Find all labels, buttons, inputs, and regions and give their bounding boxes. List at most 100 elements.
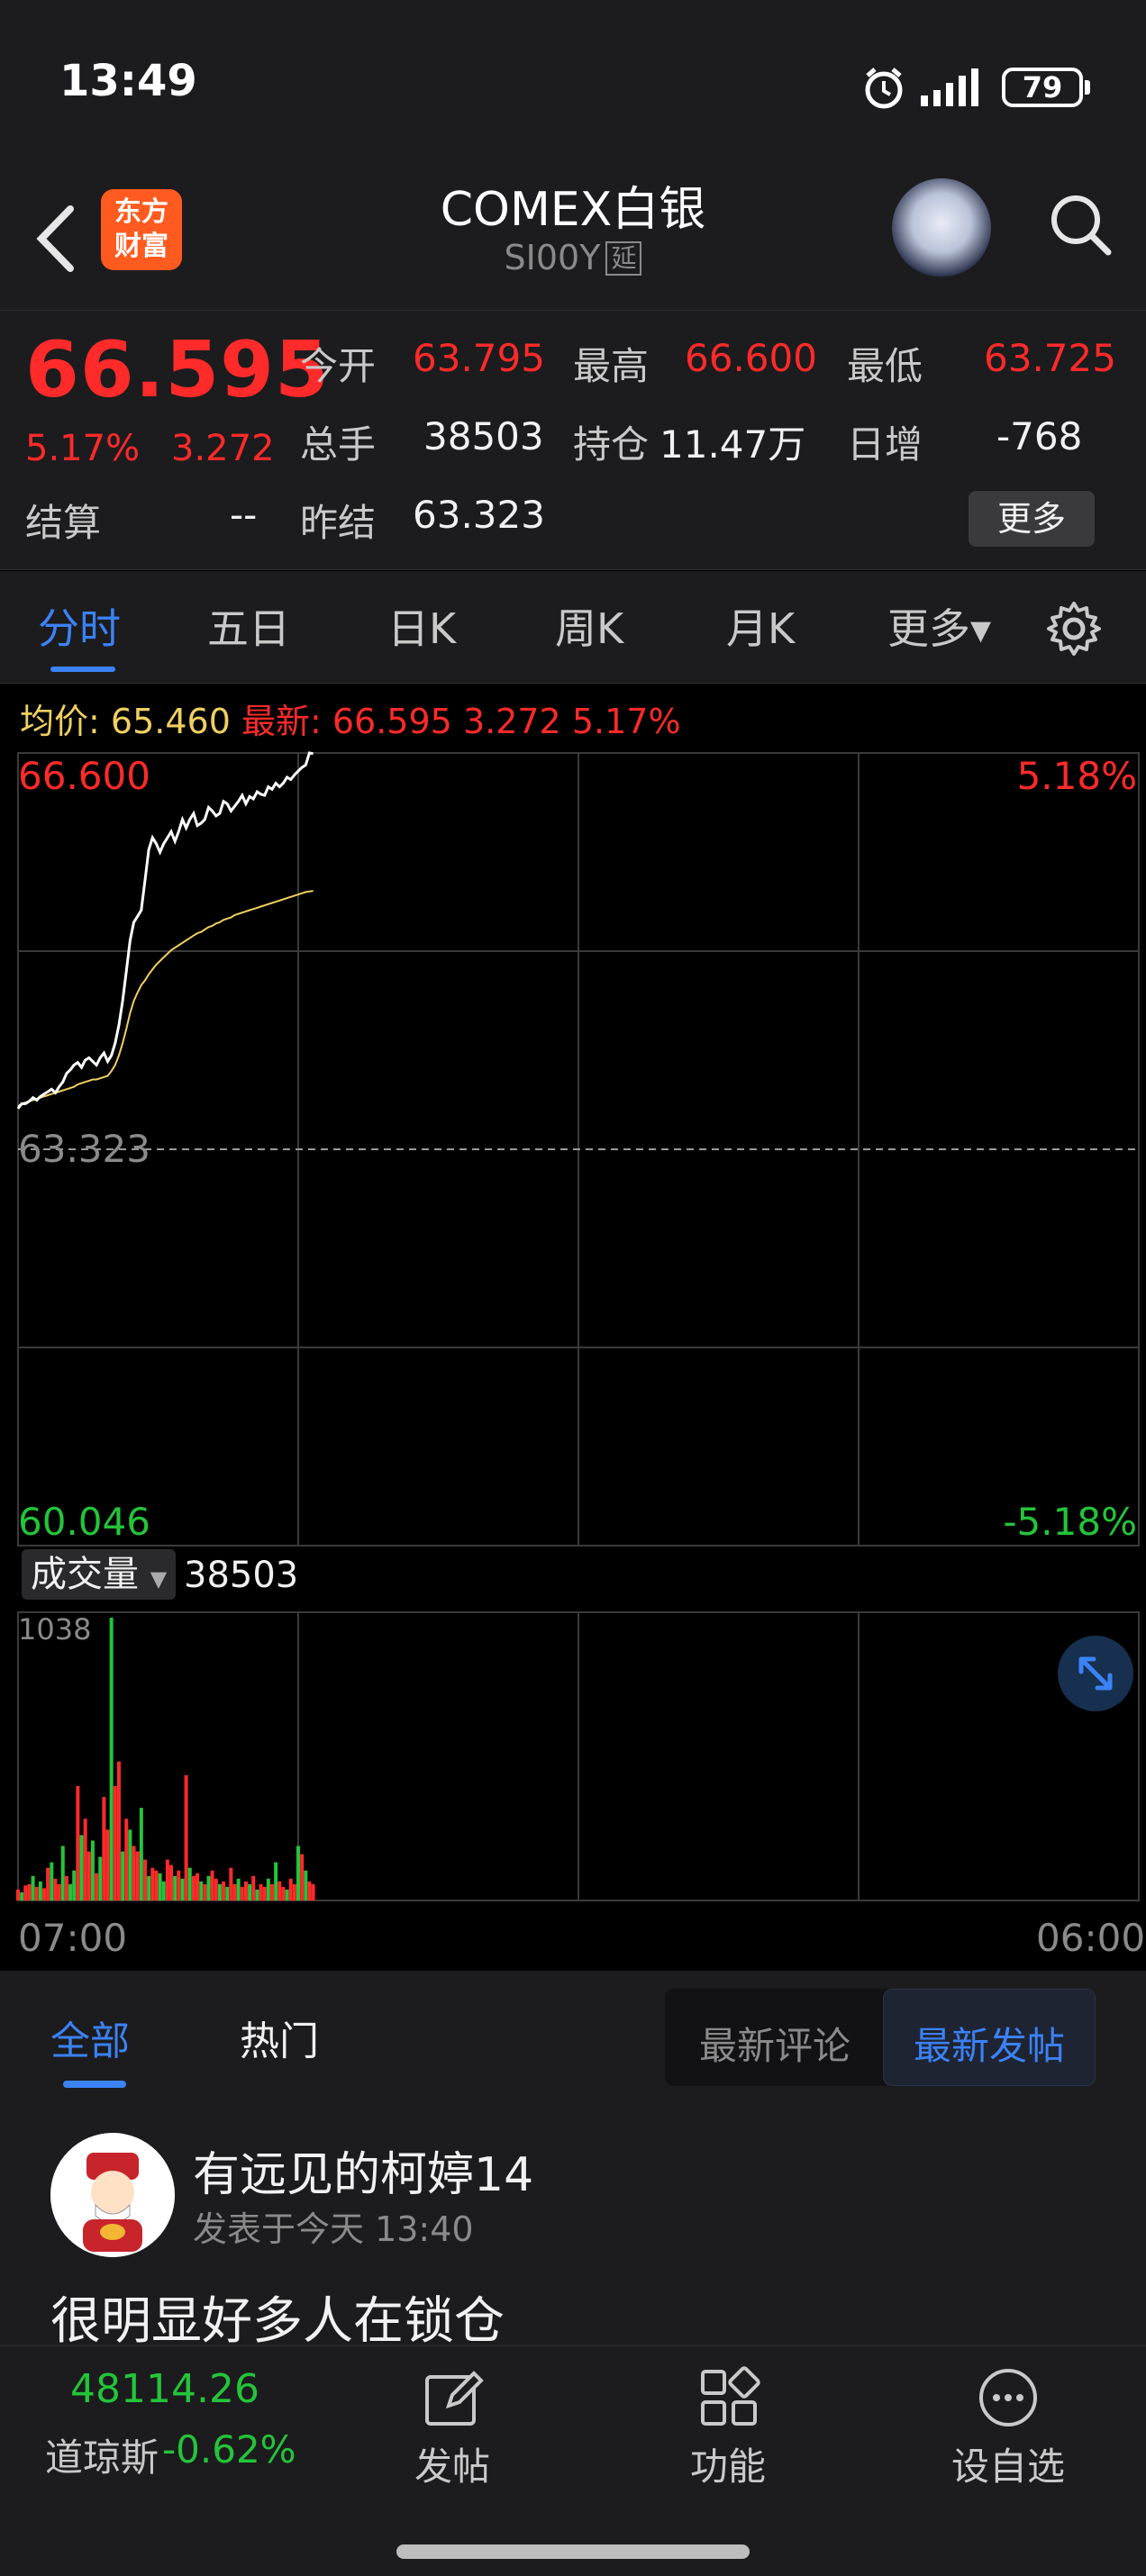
bottom-bar: 48114.26 道琼斯 -0.62% 发帖 功能 设自选 [0,2345,1146,2576]
volume-bar [248,1883,252,1900]
volume-bar [16,1889,20,1900]
bottom-function-label[interactable]: 功能 [690,2436,766,2491]
high-label: 最高 [573,344,650,388]
volume-bar [285,1889,289,1900]
chart-grid [17,752,1140,1901]
assistant-avatar[interactable] [892,178,991,277]
volume-bar [269,1883,274,1900]
volume-bar [83,1819,87,1900]
index-change[interactable]: -0.62% [162,2427,296,2472]
community-section: 全部 热门 最新评论 最新发帖 有远见的柯婷14 发表于今天 13:40 很明显… [0,1971,1146,2351]
last-price: 66.595 [25,325,330,415]
sort-latest-comment[interactable]: 最新评论 [699,2016,850,2071]
volume-bar [113,1785,117,1900]
volume-indicator-select[interactable]: 成交量 ▼ [22,1549,177,1600]
app-header: 东方 财富 COMEX白银 SI00Y 延 [0,162,1146,311]
volume-bar [281,1886,286,1900]
volume-bar [76,1785,80,1900]
post-text[interactable]: 很明显好多人在锁仓 [50,2281,505,2354]
volume-bar [296,1846,300,1900]
prev-settle-label: 昨结 [300,501,377,545]
chart-info-line: 均价: 65.460 最新: 66.595 3.272 5.17% [20,694,681,743]
volume-bar [34,1886,39,1900]
volume-bar [68,1883,73,1900]
volume-bar [165,1859,169,1900]
tab-weekly-k[interactable]: 周K [555,596,623,656]
volume-bar [128,1829,132,1900]
settle-label: 结算 [25,501,102,545]
volume-bar [105,1829,110,1900]
volume-bar [102,1797,106,1900]
tab-all[interactable]: 全部 [50,2009,130,2066]
volume-bar [196,1873,200,1900]
volume-bar [304,1870,308,1900]
volume-bar [64,1875,68,1900]
post-edit-icon[interactable] [422,2366,485,2429]
volume-bar [222,1881,226,1900]
volume-bar [236,1878,241,1900]
author-name[interactable]: 有远见的柯婷14 [193,2136,533,2204]
volume-max-label: 1038 [18,1612,92,1646]
sort-latest-post[interactable]: 最新发帖 [914,2016,1065,2071]
bottom-post-label[interactable]: 发帖 [414,2436,490,2491]
settle-value: -- [230,493,258,537]
open-value: 63.795 [413,336,545,380]
settings-gear-icon[interactable] [1045,600,1103,658]
price-max-label: 66.600 [18,754,150,798]
volume-bar [150,1867,155,1900]
volume-bar [161,1881,166,1900]
volume-total: 38503 [184,1555,299,1596]
volume-bar [251,1875,256,1900]
volume-bar [60,1846,65,1900]
tab-daily-k[interactable]: 日K [387,596,456,656]
change-percent: 5.17% [25,428,141,469]
prev-settle-value: 63.323 [413,493,545,537]
volume-bar [42,1888,47,1900]
more-button[interactable]: 更多 [969,491,1095,547]
volume-bar [243,1881,248,1900]
search-icon[interactable] [1045,189,1117,261]
volume-bar [158,1873,162,1900]
pct-min-label: -5.18% [1003,1500,1137,1544]
low-label: 最低 [847,344,923,388]
open-label: 今开 [300,344,377,388]
volume-bar [154,1870,159,1900]
tab-five-day[interactable]: 五日 [207,596,290,656]
author-avatar[interactable] [50,2133,175,2257]
volume-indicator-label: 成交量 [31,1554,139,1595]
tab-hot[interactable]: 热门 [240,2009,319,2066]
volume-bar [132,1846,136,1900]
volume-bar [72,1870,77,1900]
volume-bar [203,1883,207,1900]
volume-bar [95,1873,99,1900]
latest-change: 3.272 [462,702,561,741]
bottom-add-watchlist-label[interactable]: 设自选 [951,2436,1065,2491]
volume-bar [214,1878,218,1900]
volume-bars [16,1618,315,1900]
more-dots-icon[interactable] [977,2366,1040,2429]
index-value[interactable]: 48114.26 [70,2366,259,2412]
price-min-label: 60.046 [18,1500,150,1544]
tab-more[interactable]: 更多▾ [887,596,991,656]
tab-intraday[interactable]: 分时 [38,596,121,656]
volume-bar [57,1883,61,1900]
index-name[interactable]: 道琼斯 [45,2427,159,2482]
open-interest-label: 持仓 [573,422,650,467]
tab-monthly-k[interactable]: 月K [726,596,795,656]
volume-label: 总手 [300,422,377,467]
volume-bar [124,1819,129,1900]
volume-bar [116,1761,121,1900]
dropdown-caret-icon: ▼ [150,1566,168,1592]
code-text: SI00Y [504,238,601,277]
tab-indicator [50,667,115,672]
volume-bar [292,1883,296,1900]
expand-icon[interactable] [1058,1636,1133,1711]
status-bar: 13:49 79 [0,0,1146,162]
intraday-chart[interactable]: 66.600 63.323 60.046 5.18% -5.18% [0,739,1146,1982]
functions-grid-icon[interactable] [697,2366,760,2429]
time-start-label: 07:00 [18,1916,128,1960]
volume-bar [46,1867,50,1900]
avg-label: 均价: [20,702,100,741]
volume-bar [20,1891,24,1900]
community-tab-indicator [63,2081,126,2088]
